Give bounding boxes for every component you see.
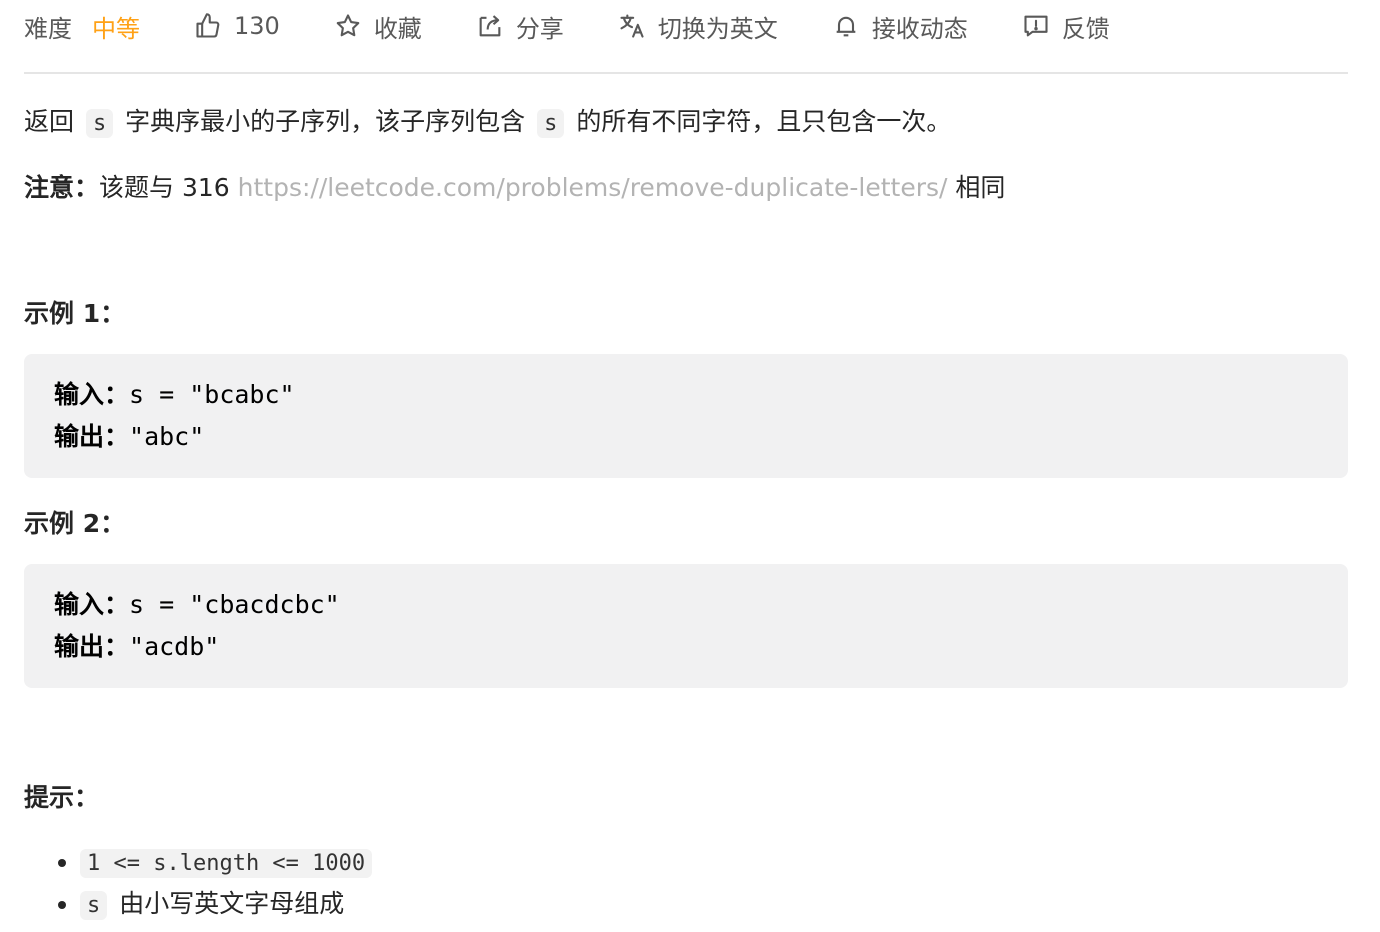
note-text: 该题与 316	[99, 173, 238, 202]
output-label: 输出：	[54, 422, 130, 451]
output-value: "abc"	[129, 422, 205, 451]
example-block: 输入：s = "bcabc" 输出："abc"	[24, 354, 1348, 478]
feedback-label: 反馈	[1061, 14, 1110, 43]
inline-code: 1 <= s.length <= 1000	[80, 849, 373, 878]
switch-language-button[interactable]: 切换为英文	[618, 9, 778, 44]
problem-toolbar: 难度 中等 130 收藏 分享 切换为英文 接收动态 反馈	[24, 0, 1348, 74]
feedback-button[interactable]: 反馈	[1022, 9, 1110, 44]
inline-code: s	[80, 891, 108, 920]
inline-code: s	[85, 109, 114, 138]
description-text: 字典序最小的子序列，该子序列包含	[125, 107, 526, 136]
constraint-item: s 由小写英文字母组成	[80, 884, 1348, 926]
note-text: 相同	[947, 173, 1006, 202]
description-text: 返回	[24, 107, 75, 136]
like-count: 130	[234, 12, 280, 40]
constraint-text: 由小写英文字母组成	[119, 889, 345, 918]
switch-language-label: 切换为英文	[657, 14, 778, 43]
output-label: 输出：	[54, 632, 130, 661]
example-block: 输入：s = "cbacdcbc" 输出："acdb"	[24, 564, 1348, 688]
example-output: 输出："abc"	[54, 416, 1318, 458]
hints-title: 提示：	[24, 783, 100, 812]
share-button[interactable]: 分享	[476, 9, 564, 44]
example-input: 输入：s = "bcabc"	[54, 374, 1318, 416]
inline-code: s	[537, 109, 565, 138]
example-input: 输入：s = "cbacdcbc"	[54, 584, 1318, 626]
input-label: 输入：	[54, 590, 130, 619]
favorite-label: 收藏	[373, 14, 422, 43]
subscribe-button[interactable]: 接收动态	[832, 9, 968, 44]
constraints-list: 1 <= s.length <= 1000 s 由小写英文字母组成	[24, 842, 1348, 926]
share-label: 分享	[515, 14, 564, 43]
problem-description: 返回 s 字典序最小的子序列，该子序列包含 s 的所有不同字符，且只包含一次。	[24, 102, 1348, 144]
example-title: 示例 2：	[24, 509, 126, 538]
example-output: 输出："acdb"	[54, 626, 1318, 668]
bell-icon	[836, 16, 856, 37]
share-icon	[479, 15, 501, 37]
example-title: 示例 1：	[24, 299, 126, 328]
problem-note: 注意：该题与 316 https://leetcode.com/problems…	[24, 168, 1348, 208]
input-label: 输入：	[54, 380, 130, 409]
thumbs-up-icon	[196, 13, 220, 38]
difficulty-label: 难度	[24, 14, 72, 43]
translate-icon	[620, 14, 644, 38]
difficulty-value: 中等	[92, 14, 140, 43]
input-value: s = "cbacdcbc"	[129, 590, 340, 619]
constraint-item: 1 <= s.length <= 1000	[80, 842, 1348, 884]
related-problem-link[interactable]: https://leetcode.com/problems/remove-dup…	[238, 173, 948, 202]
problem-container: 难度 中等 130 收藏 分享 切换为英文 接收动态 反馈 返回 s 字典序最小…	[24, 0, 1348, 926]
description-text: 的所有不同字符，且只包含一次。	[576, 107, 952, 136]
star-icon	[336, 14, 360, 37]
feedback-icon	[1024, 15, 1048, 37]
favorite-button[interactable]: 收藏	[334, 9, 422, 44]
like-button[interactable]: 130	[194, 12, 280, 40]
note-label: 注意：	[24, 173, 100, 202]
output-value: "acdb"	[129, 632, 220, 661]
input-value: s = "bcabc"	[129, 380, 295, 409]
subscribe-label: 接收动态	[871, 14, 968, 43]
